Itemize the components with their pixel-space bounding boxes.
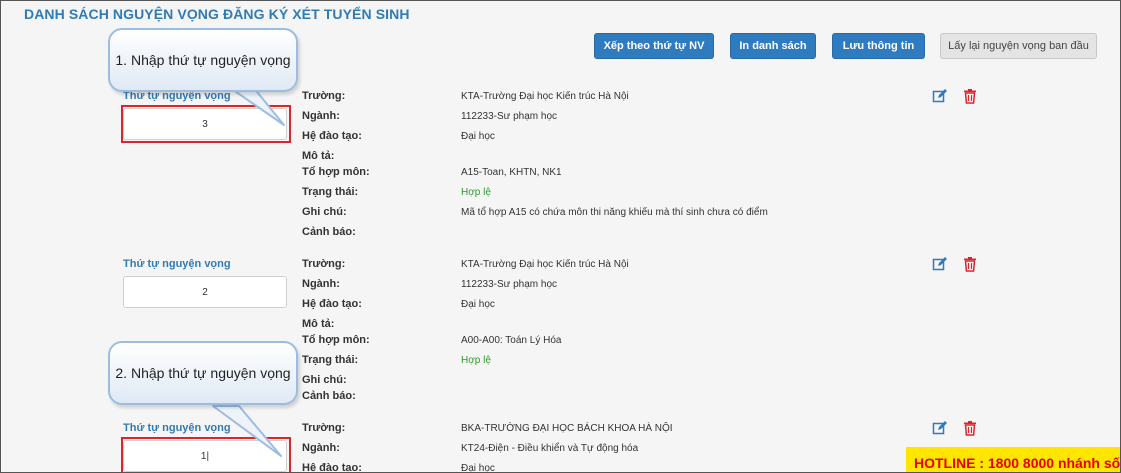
edit-icon[interactable] bbox=[932, 256, 948, 272]
print-list-button[interactable]: In danh sách bbox=[730, 33, 816, 59]
sort-by-order-button[interactable]: Xếp theo thứ tự NV bbox=[594, 33, 714, 59]
school-label: Trường: bbox=[302, 90, 346, 102]
desc-label: Mô tả: bbox=[302, 318, 335, 330]
combo-label: Tổ hợp môn: bbox=[302, 166, 370, 178]
desc-label: Mô tả: bbox=[302, 150, 335, 162]
main-frame: DANH SÁCH NGUYỆN VỌNG ĐĂNG KÝ XÉT TUYỂN … bbox=[0, 0, 1121, 473]
note-label: Ghi chú: bbox=[302, 206, 347, 218]
combo-label: Tổ hợp môn: bbox=[302, 334, 370, 346]
training-label: Hệ đào tạo: bbox=[302, 462, 362, 473]
status-value: Hợp lệ bbox=[461, 187, 491, 198]
edit-icon[interactable] bbox=[932, 88, 948, 104]
training-value: Đại học bbox=[461, 463, 495, 473]
status-label: Trạng thái: bbox=[302, 354, 359, 366]
order-input-2[interactable] bbox=[123, 276, 287, 308]
note-label: Ghi chú: bbox=[302, 374, 347, 386]
combo-value: A15-Toan, KHTN, NK1 bbox=[461, 167, 562, 178]
school-label: Trường: bbox=[302, 422, 346, 434]
school-value: KTA-Trường Đại học Kiến trúc Hà Nội bbox=[461, 91, 629, 102]
combo-value: A00-A00: Toán Lý Hóa bbox=[461, 335, 562, 346]
training-label: Hệ đào tạo: bbox=[302, 130, 362, 142]
hotline-banner: HOTLINE : 1800 8000 nhánh số bbox=[906, 447, 1120, 472]
training-label: Hệ đào tạo: bbox=[302, 298, 362, 310]
school-value: BKA-TRƯỜNG ĐẠI HỌC BÁCH KHOA HÀ NỘI bbox=[461, 423, 673, 434]
highlight-box-1 bbox=[121, 105, 291, 143]
trash-icon[interactable] bbox=[962, 420, 978, 436]
training-value: Đại học bbox=[461, 299, 495, 310]
status-label: Trạng thái: bbox=[302, 186, 359, 198]
instruction-callout-1: 1. Nhập thứ tự nguyện vọng bbox=[108, 28, 298, 92]
note-value: Mã tổ hợp A15 có chứa môn thi năng khiếu… bbox=[461, 207, 768, 218]
major-value: 112233-Sư phạm học bbox=[461, 111, 558, 122]
highlight-box-2 bbox=[121, 437, 291, 472]
school-label: Trường: bbox=[302, 258, 346, 270]
warning-label: Cảnh báo: bbox=[302, 390, 356, 402]
page-title: DANH SÁCH NGUYỆN VỌNG ĐĂNG KÝ XÉT TUYỂN … bbox=[24, 6, 410, 22]
edit-icon[interactable] bbox=[932, 420, 948, 436]
status-value: Hợp lệ bbox=[461, 355, 491, 366]
warning-label: Cảnh báo: bbox=[302, 226, 356, 238]
trash-icon[interactable] bbox=[962, 256, 978, 272]
major-value: 112233-Sư phạm học bbox=[461, 279, 558, 290]
instruction-callout-2: 2. Nhập thứ tự nguyện vọng bbox=[108, 341, 298, 405]
training-value: Đại học bbox=[461, 131, 495, 142]
school-value: KTA-Trường Đại học Kiến trúc Hà Nội bbox=[461, 259, 629, 270]
major-label: Ngành: bbox=[302, 442, 340, 454]
major-value: KT24-Điện - Điều khiển và Tự động hóa bbox=[461, 443, 639, 454]
order-label: Thứ tự nguyện vọng bbox=[123, 422, 231, 434]
trash-icon[interactable] bbox=[962, 88, 978, 104]
major-label: Ngành: bbox=[302, 110, 340, 122]
major-label: Ngành: bbox=[302, 278, 340, 290]
save-info-button[interactable]: Lưu thông tin bbox=[832, 33, 925, 59]
reset-wishes-button[interactable]: Lấy lại nguyện vọng ban đầu bbox=[940, 33, 1097, 59]
order-label: Thứ tự nguyện vọng bbox=[123, 258, 231, 270]
